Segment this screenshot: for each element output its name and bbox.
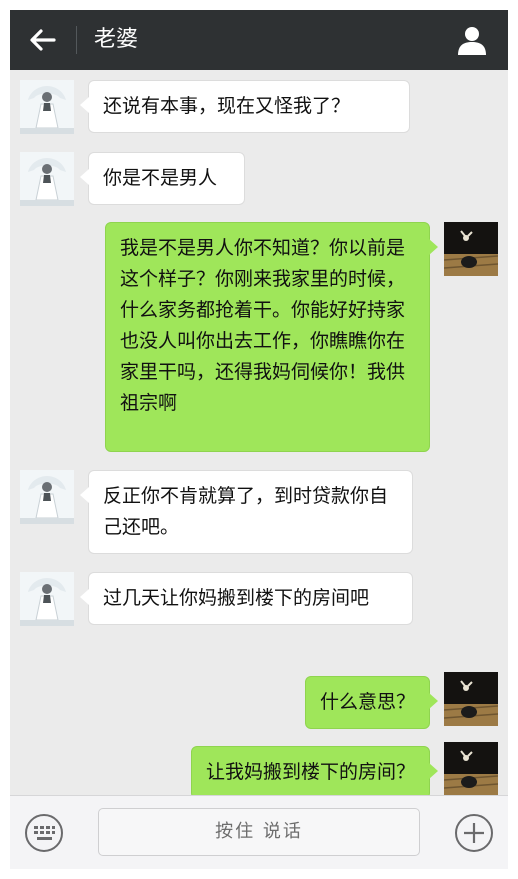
hold-to-talk-button[interactable]: 按住 说话 — [98, 808, 420, 856]
plus-circle-icon — [455, 814, 493, 852]
contact-avatar[interactable] — [20, 572, 74, 626]
contact-avatar[interactable] — [20, 470, 74, 524]
message-text: 你是不是男人 — [103, 167, 218, 189]
message-text: 反正你不肯就算了，到时贷款你自己还吧。 — [103, 485, 389, 538]
contact-avatar[interactable] — [20, 80, 74, 134]
received-message-bubble[interactable]: 过几天让你妈搬到楼下的房间吧 — [80, 572, 413, 625]
message-text: 还说有本事，现在又怪我了？ — [103, 95, 351, 117]
user-avatar[interactable] — [444, 222, 498, 276]
message-text: 我是不是男人你不知道？你以前是这个样子？你刚来我家里的时候，什么家务都抢着干。你… — [120, 237, 406, 414]
header-divider — [76, 26, 77, 54]
keyboard-icon — [25, 814, 63, 852]
person-icon — [458, 27, 486, 55]
sent-message-bubble[interactable]: 让我妈搬到楼下的房间？ — [190, 746, 439, 795]
back-button[interactable] — [28, 26, 58, 54]
arrow-left-icon — [30, 29, 56, 51]
message-text: 过几天让你妈搬到楼下的房间吧 — [103, 587, 370, 609]
keyboard-toggle-button[interactable] — [24, 813, 64, 853]
message-text: 让我妈搬到楼下的房间？ — [205, 761, 415, 783]
chat-screen: 老婆 还说有本事，现在又怪我了？ 你是不是男人 我是不是男人你不知道？你以前是这… — [10, 10, 508, 869]
sent-message-bubble[interactable]: 什么意思？ — [304, 676, 439, 729]
more-options-button[interactable] — [454, 813, 494, 853]
sent-message-bubble[interactable]: 我是不是男人你不知道？你以前是这个样子？你刚来我家里的时候，什么家务都抢着干。你… — [105, 222, 438, 452]
contact-avatar[interactable] — [20, 152, 74, 206]
input-bar: 按住 说话 — [10, 795, 508, 869]
chat-title: 老婆 — [94, 27, 139, 52]
received-message-bubble[interactable]: 还说有本事，现在又怪我了？ — [80, 80, 410, 133]
chat-header: 老婆 — [10, 10, 508, 70]
received-message-bubble[interactable]: 你是不是男人 — [80, 152, 245, 205]
message-text: 什么意思？ — [319, 691, 415, 713]
message-list[interactable]: 还说有本事，现在又怪我了？ 你是不是男人 我是不是男人你不知道？你以前是这个样子… — [10, 70, 508, 795]
user-avatar[interactable] — [444, 672, 498, 726]
profile-button[interactable] — [456, 24, 488, 56]
user-avatar[interactable] — [444, 742, 498, 795]
received-message-bubble[interactable]: 反正你不肯就算了，到时贷款你自己还吧。 — [80, 470, 413, 554]
